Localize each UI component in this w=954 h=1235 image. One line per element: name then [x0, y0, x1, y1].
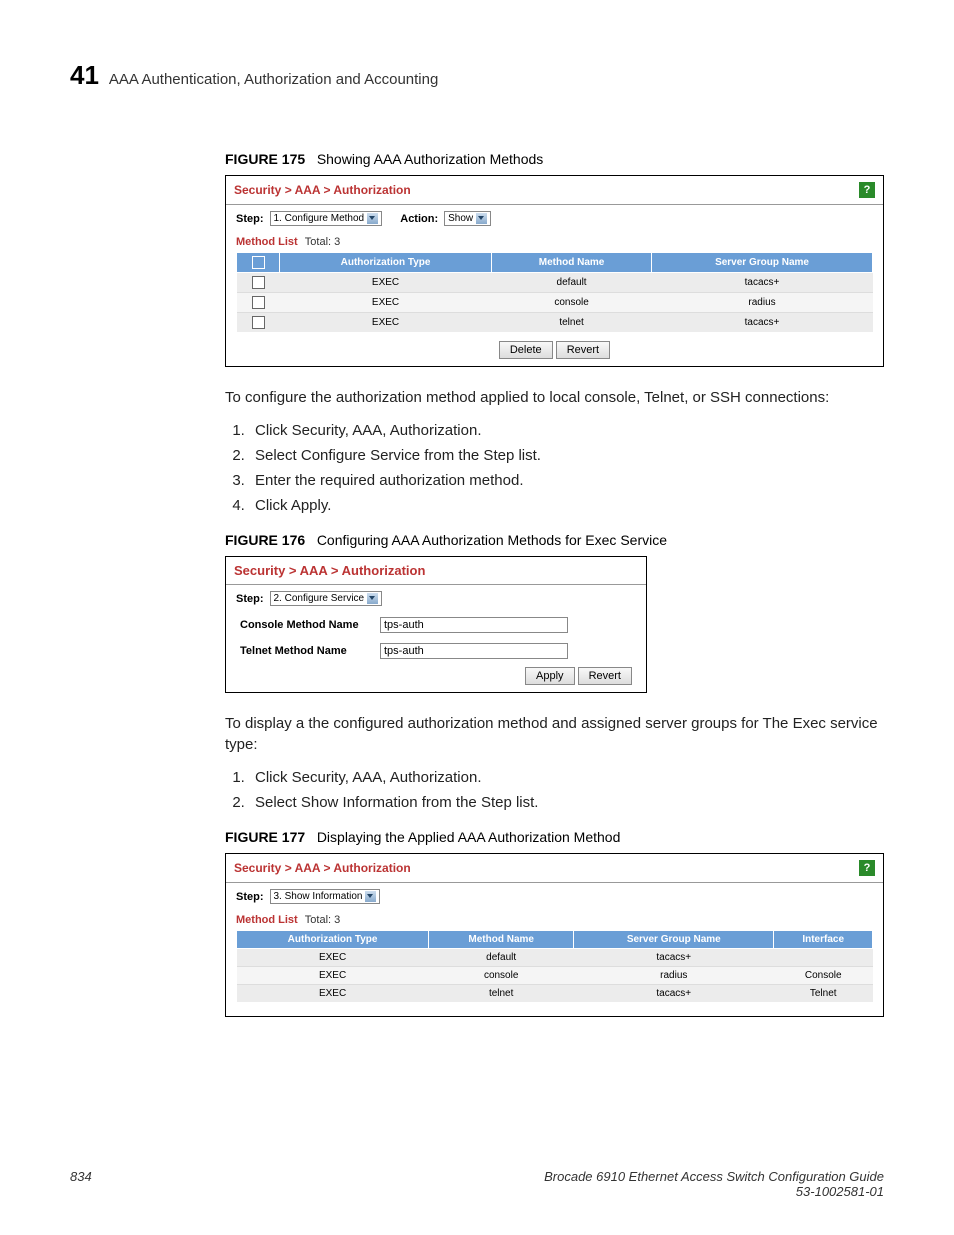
page-number: 834	[70, 1169, 92, 1199]
help-icon[interactable]: ?	[859, 860, 875, 876]
table-row: EXEC telnet tacacs+	[237, 313, 873, 333]
row-checkbox[interactable]	[252, 296, 265, 309]
footer-line1: Brocade 6910 Ethernet Access Switch Conf…	[544, 1169, 884, 1184]
table-row: EXEC default tacacs+	[237, 949, 873, 967]
chevron-down-icon	[365, 891, 376, 902]
step-select[interactable]: 3. Show Information	[270, 889, 381, 904]
table-row: EXEC default tacacs+	[237, 273, 873, 293]
step-select-value: 1. Configure Method	[274, 213, 365, 224]
figure-number: FIGURE 177	[225, 829, 305, 845]
telnet-method-input[interactable]	[380, 643, 568, 659]
revert-button[interactable]: Revert	[578, 667, 632, 685]
chevron-down-icon	[367, 593, 378, 604]
step-item: Click Security, AAA, Authorization.	[249, 422, 884, 439]
step-item: Click Apply.	[249, 497, 884, 514]
select-all-checkbox[interactable]	[252, 256, 265, 269]
console-method-input[interactable]	[380, 617, 568, 633]
paragraph: To display a the configured authorizatio…	[225, 713, 884, 755]
telnet-method-label: Telnet Method Name	[240, 645, 380, 657]
step-select[interactable]: 2. Configure Service	[270, 591, 383, 606]
table-row: EXEC telnet tacacs+ Telnet	[237, 985, 873, 1003]
figure-caption: FIGURE 175 Showing AAA Authorization Met…	[225, 151, 884, 167]
col-auth-type: Authorization Type	[280, 253, 492, 273]
step-item: Select Configure Service from the Step l…	[249, 447, 884, 464]
breadcrumb: Security > AAA > Authorization	[234, 563, 425, 578]
figure-title: Displaying the Applied AAA Authorization…	[317, 829, 621, 845]
breadcrumb: Security > AAA > Authorization	[234, 183, 411, 197]
delete-button[interactable]: Delete	[499, 341, 553, 359]
figure-number: FIGURE 176	[225, 532, 305, 548]
method-list-label: Method List	[236, 236, 298, 248]
breadcrumb: Security > AAA > Authorization	[234, 861, 411, 875]
step-item: Select Show Information from the Step li…	[249, 794, 884, 811]
col-server-group: Server Group Name	[652, 253, 873, 273]
action-label: Action:	[400, 213, 438, 225]
page-header: 41 AAA Authentication, Authorization and…	[70, 60, 884, 91]
method-list-total: Total: 3	[305, 236, 340, 248]
method-table: Authorization Type Method Name Server Gr…	[236, 930, 873, 1002]
step-item: Click Security, AAA, Authorization.	[249, 769, 884, 786]
step-label: Step:	[236, 891, 264, 903]
help-icon[interactable]: ?	[859, 182, 875, 198]
method-table: Authorization Type Method Name Server Gr…	[236, 252, 873, 332]
paragraph: To configure the authorization method ap…	[225, 387, 884, 408]
table-row: EXEC console radius Console	[237, 967, 873, 985]
step-select-value: 2. Configure Service	[274, 593, 365, 604]
step-select-value: 3. Show Information	[274, 891, 363, 902]
col-interface: Interface	[774, 931, 873, 949]
method-list-total: Total: 3	[305, 914, 340, 926]
figure175-screenshot: Security > AAA > Authorization ? Step: 1…	[225, 175, 884, 367]
row-checkbox[interactable]	[252, 276, 265, 289]
chevron-down-icon	[367, 213, 378, 224]
apply-button[interactable]: Apply	[525, 667, 575, 685]
action-select[interactable]: Show	[444, 211, 491, 226]
step-label: Step:	[236, 593, 264, 605]
revert-button[interactable]: Revert	[556, 341, 610, 359]
chapter-title: AAA Authentication, Authorization and Ac…	[109, 71, 438, 88]
chevron-down-icon	[476, 213, 487, 224]
chapter-number: 41	[70, 60, 99, 91]
col-auth-type: Authorization Type	[237, 931, 429, 949]
col-method-name: Method Name	[492, 253, 652, 273]
figure-caption: FIGURE 176 Configuring AAA Authorization…	[225, 532, 884, 548]
figure176-screenshot: Security > AAA > Authorization Step: 2. …	[225, 556, 647, 693]
console-method-label: Console Method Name	[240, 619, 380, 631]
page-footer: 834 Brocade 6910 Ethernet Access Switch …	[70, 1169, 884, 1199]
col-server-group: Server Group Name	[574, 931, 774, 949]
table-row: EXEC console radius	[237, 293, 873, 313]
step-item: Enter the required authorization method.	[249, 472, 884, 489]
figure-title: Configuring AAA Authorization Methods fo…	[317, 532, 667, 548]
figure177-screenshot: Security > AAA > Authorization ? Step: 3…	[225, 853, 884, 1017]
figure-caption: FIGURE 177 Displaying the Applied AAA Au…	[225, 829, 884, 845]
figure-number: FIGURE 175	[225, 151, 305, 167]
step-label: Step:	[236, 213, 264, 225]
row-checkbox[interactable]	[252, 316, 265, 329]
action-select-value: Show	[448, 213, 473, 224]
col-method-name: Method Name	[429, 931, 574, 949]
steps-list: Click Security, AAA, Authorization. Sele…	[225, 769, 884, 811]
method-list-label: Method List	[236, 914, 298, 926]
steps-list: Click Security, AAA, Authorization. Sele…	[225, 422, 884, 514]
step-select[interactable]: 1. Configure Method	[270, 211, 383, 226]
footer-line2: 53-1002581-01	[796, 1184, 884, 1199]
figure-title: Showing AAA Authorization Methods	[317, 151, 543, 167]
